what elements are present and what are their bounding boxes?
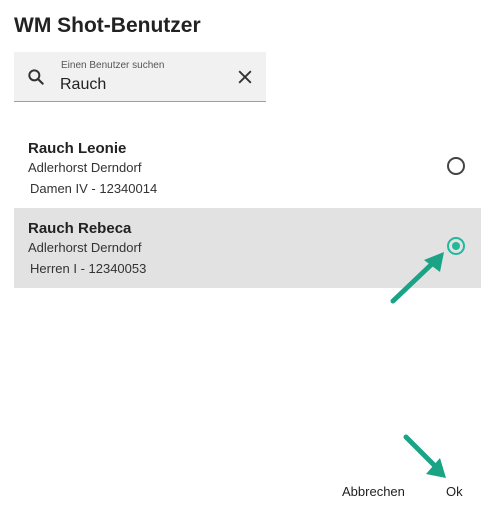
search-placeholder-label: Einen Benutzer suchen — [61, 60, 165, 71]
close-icon[interactable] — [235, 67, 255, 87]
list-item[interactable]: Rauch Leonie Adlerhorst Derndorf Damen I… — [14, 128, 481, 208]
user-team: Herren I - 12340053 — [30, 261, 147, 276]
annotation-arrow-icon — [403, 434, 446, 478]
search-input[interactable]: Rauch — [60, 76, 106, 94]
search-icon — [28, 69, 44, 85]
user-team: Damen IV - 12340014 — [30, 181, 158, 196]
user-name: Rauch Rebeca — [28, 220, 132, 237]
user-club: Adlerhorst Derndorf — [28, 240, 142, 255]
ok-button[interactable]: Ok — [446, 484, 463, 499]
cancel-button[interactable]: Abbrechen — [342, 484, 405, 499]
search-field[interactable]: Einen Benutzer suchen Rauch — [14, 52, 266, 102]
user-club: Adlerhorst Derndorf — [28, 160, 142, 175]
radio-button[interactable] — [447, 157, 465, 175]
dialog-title: WM Shot-Benutzer — [14, 14, 201, 37]
user-name: Rauch Leonie — [28, 140, 127, 157]
annotation-arrow-icon — [390, 252, 444, 304]
